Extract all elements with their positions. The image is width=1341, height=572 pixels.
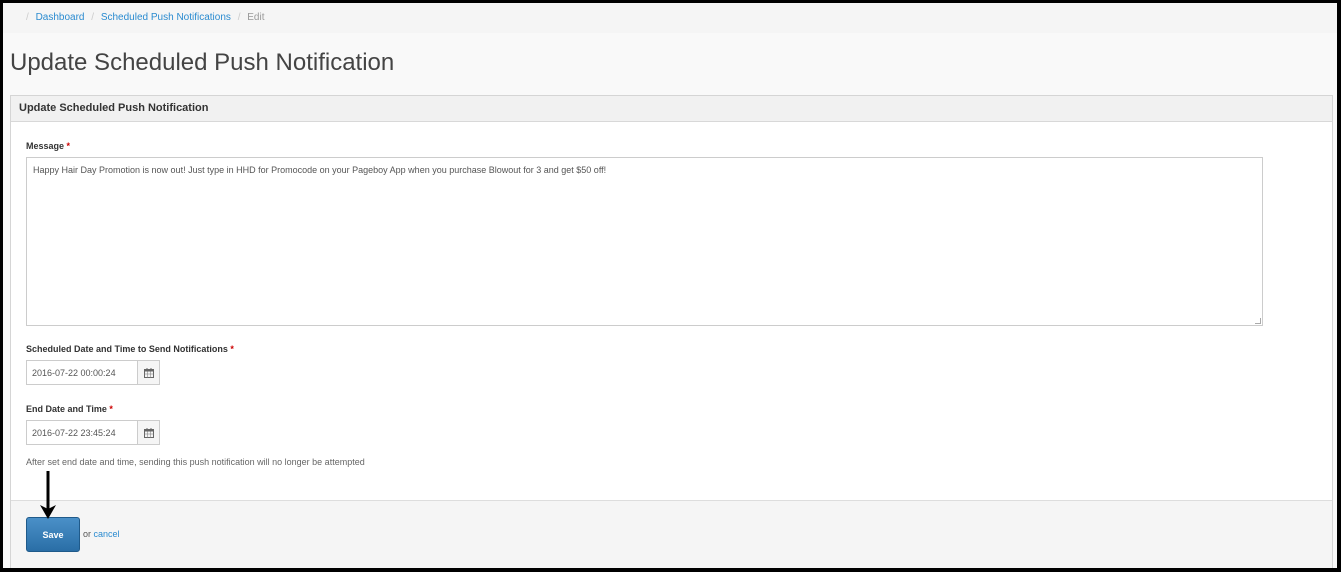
calendar-icon[interactable]: [138, 360, 160, 385]
required-marker: *: [230, 344, 234, 354]
breadcrumb-scheduled-push-link[interactable]: Scheduled Push Notifications: [101, 12, 231, 23]
end-date-help-text: After set end date and time, sending thi…: [26, 457, 365, 467]
resize-handle[interactable]: [1255, 318, 1261, 324]
required-marker: *: [109, 404, 113, 414]
breadcrumb-separator: /: [237, 12, 241, 23]
scheduled-date-input[interactable]: [26, 360, 138, 385]
form-footer: Save or cancel: [11, 500, 1332, 568]
cancel-link[interactable]: cancel: [94, 529, 120, 539]
message-textarea[interactable]: Happy Hair Day Promotion is now out! Jus…: [26, 157, 1263, 326]
breadcrumb: / Dashboard / Scheduled Push Notificatio…: [3, 3, 1337, 33]
form-panel: Update Scheduled Push Notification Messa…: [10, 95, 1333, 568]
breadcrumb-dashboard-link[interactable]: Dashboard: [36, 12, 85, 23]
scheduled-label: Scheduled Date and Time to Send Notifica…: [26, 344, 234, 354]
end-label: End Date and Time *: [26, 404, 113, 414]
breadcrumb-separator: /: [91, 12, 95, 23]
save-button[interactable]: Save: [26, 517, 80, 552]
panel-heading: Update Scheduled Push Notification: [11, 96, 1332, 122]
scheduled-date-group: [26, 360, 160, 385]
page-frame: / Dashboard / Scheduled Push Notificatio…: [3, 3, 1337, 568]
or-text: or: [83, 529, 92, 539]
end-label-text: End Date and Time: [26, 404, 107, 414]
message-label-text: Message: [26, 141, 65, 151]
breadcrumb-separator: /: [26, 12, 29, 23]
or-cancel: or cancel: [83, 529, 120, 539]
message-label: Message *: [26, 141, 70, 151]
message-text: Happy Hair Day Promotion is now out! Jus…: [33, 165, 607, 175]
down-arrow-icon: [40, 471, 56, 519]
breadcrumb-current: Edit: [247, 12, 265, 23]
end-date-input[interactable]: [26, 420, 138, 445]
page-title: Update Scheduled Push Notification: [10, 49, 395, 76]
calendar-icon[interactable]: [138, 420, 160, 445]
scheduled-label-text: Scheduled Date and Time to Send Notifica…: [26, 344, 228, 354]
required-marker: *: [66, 141, 71, 151]
end-date-group: [26, 420, 160, 445]
